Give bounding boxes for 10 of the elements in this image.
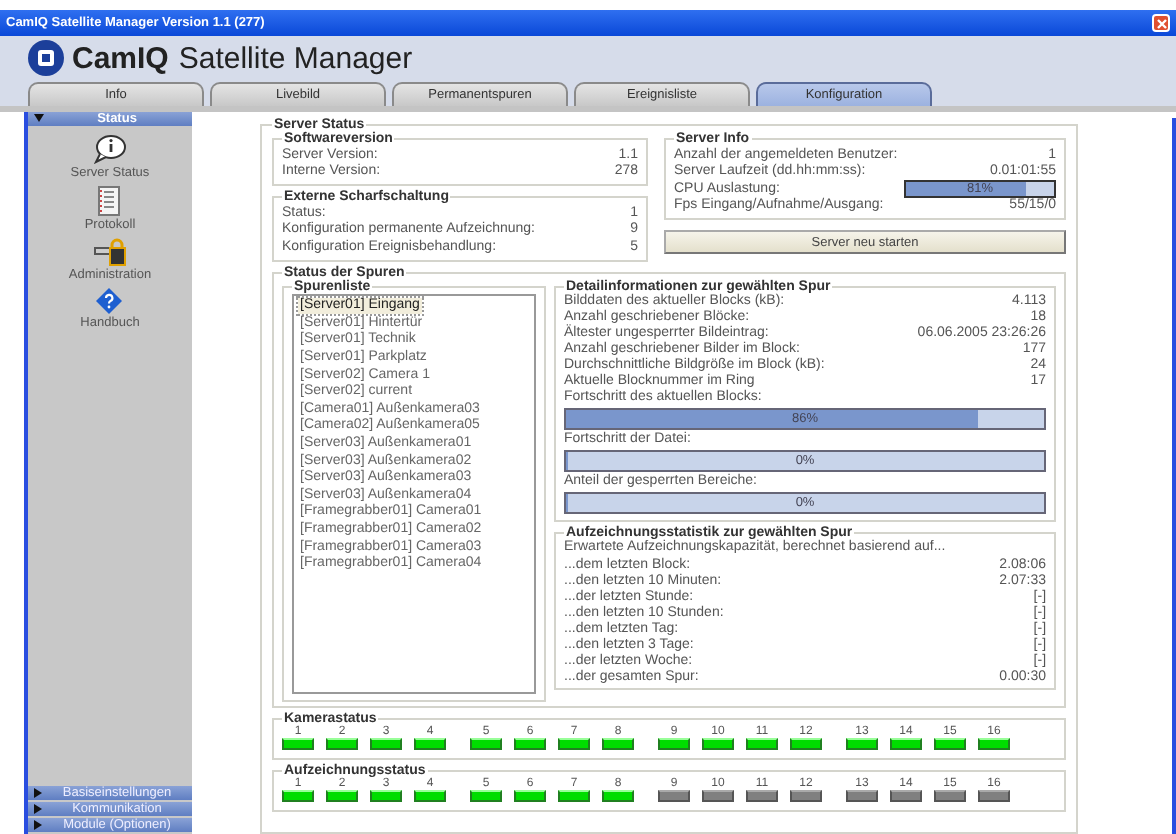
document-icon <box>98 186 121 216</box>
close-icon <box>1155 17 1167 29</box>
triangle-icon <box>34 114 44 124</box>
logo-icon <box>28 40 64 76</box>
close-button[interactable] <box>1152 14 1170 32</box>
help-icon <box>96 288 123 314</box>
brand-name: CamIQ <box>72 41 169 75</box>
product-name: Satellite Manager <box>178 41 413 75</box>
speech-bubble-icon <box>93 134 126 164</box>
padlock-icon <box>94 238 126 266</box>
